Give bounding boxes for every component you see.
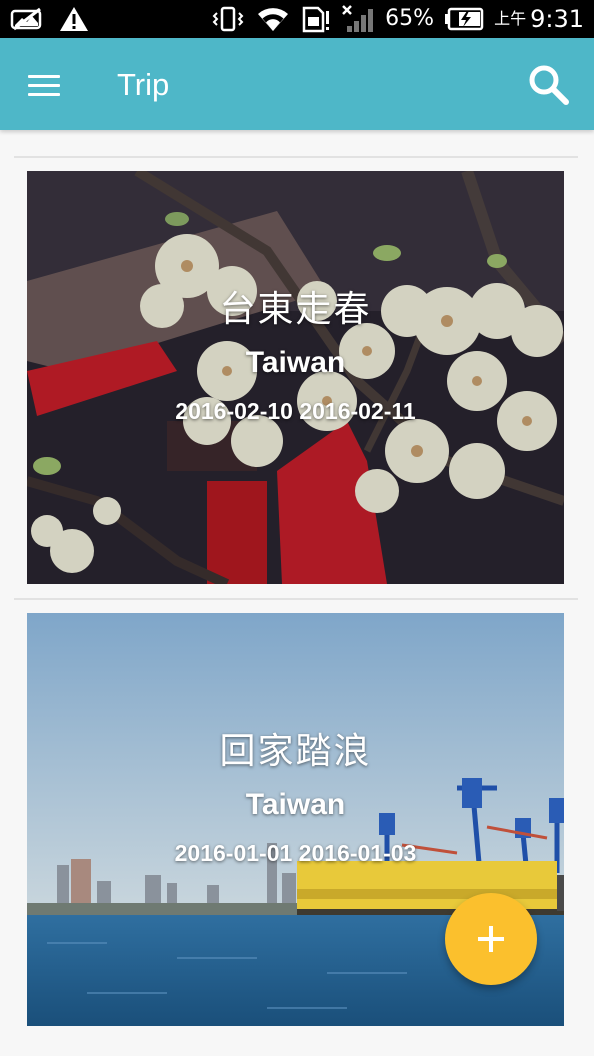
trip-dates: 2016-02-10 2016-02-11	[175, 398, 416, 424]
trip-dates: 2016-01-01 2016-01-03	[174, 840, 417, 866]
search-icon	[529, 65, 569, 105]
divider	[14, 598, 578, 600]
trip-title: 台東走春	[219, 289, 372, 330]
divider	[14, 156, 578, 158]
am-pm-label: 上午	[494, 9, 527, 28]
cell-signal-icon	[342, 5, 374, 32]
photo-off-icon	[10, 7, 42, 31]
page-title: Trip	[117, 67, 170, 102]
search-button[interactable]	[526, 62, 572, 108]
battery-percent: 65%	[385, 6, 435, 31]
menu-button[interactable]	[22, 64, 64, 106]
clock: 9:31	[530, 5, 584, 33]
trip-country: Taiwan	[245, 788, 346, 821]
trip-card[interactable]: 台東走春 Taiwan 2016-02-10 2016-02-11	[27, 171, 564, 584]
trip-country: Taiwan	[245, 346, 346, 379]
trip-title: 回家踏浪	[219, 731, 372, 772]
wifi-icon	[258, 8, 289, 32]
status-bar: 65% 上午 9:31	[0, 0, 594, 38]
vibrate-icon	[212, 6, 244, 32]
app-bar: Trip	[0, 38, 594, 130]
trip-card-overlay: 台東走春 Taiwan 2016-02-10 2016-02-11	[27, 171, 564, 584]
add-trip-button[interactable]	[445, 893, 537, 985]
warning-icon	[60, 7, 88, 31]
battery-charging-icon	[445, 7, 484, 31]
sim-icon	[302, 6, 330, 33]
